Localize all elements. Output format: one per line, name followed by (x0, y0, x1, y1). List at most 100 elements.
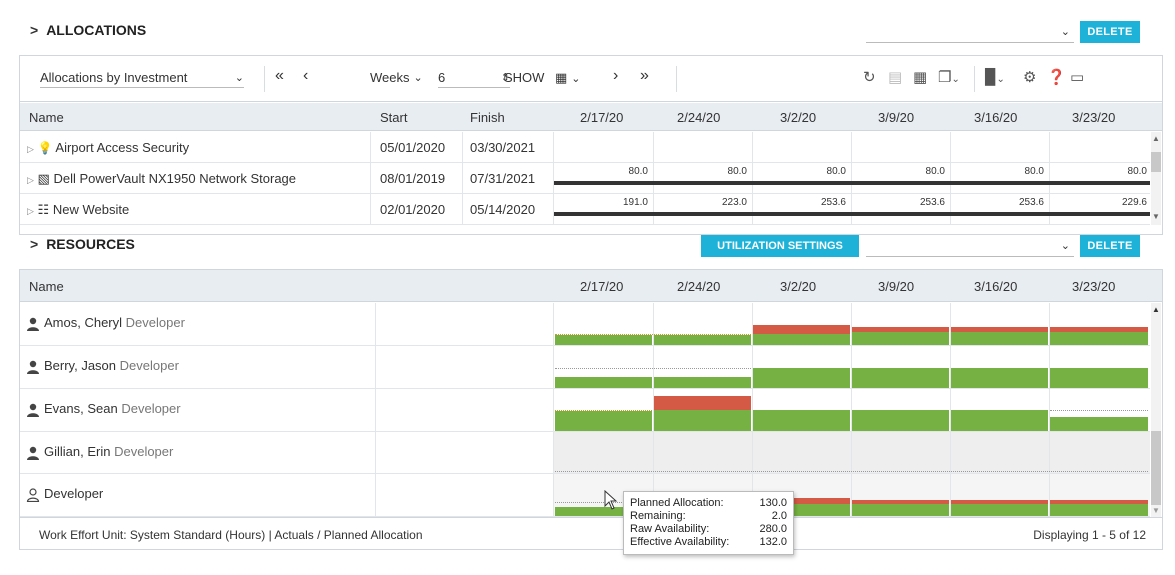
allocation-value[interactable]: 80.0 (1050, 166, 1147, 177)
allocation-value[interactable]: 80.0 (654, 166, 747, 177)
allocation-bar[interactable] (555, 377, 652, 388)
utilization-settings-button[interactable]: UTILIZATION SETTINGS (701, 235, 859, 257)
column-header-name[interactable]: Name (29, 279, 64, 294)
last-page-icon[interactable]: » (640, 67, 649, 85)
chart-dropdown[interactable]: ▉⌄ (985, 68, 1005, 86)
allocation-bar[interactable] (654, 335, 751, 345)
overallocation-bar[interactable] (654, 396, 751, 410)
allocation-value[interactable]: 80.0 (753, 166, 846, 177)
availability-line (1050, 410, 1148, 411)
allocation-bar[interactable] (753, 334, 850, 345)
resource-role: Developer (114, 444, 174, 459)
expand-icon[interactable]: ▷ (27, 175, 34, 185)
monitor-icon[interactable]: ▭ (1070, 68, 1084, 86)
copy-dropdown[interactable]: ❐⌄ (938, 68, 960, 86)
resources-delete-button[interactable]: DELETE (1080, 235, 1140, 257)
period-select[interactable]: Weeks ⌄ (370, 70, 423, 85)
allocations-toolbar: Allocations by Investment ⌄ « ‹ Weeks ⌄ … (20, 56, 1162, 102)
allocation-bar[interactable] (852, 368, 949, 388)
table-row[interactable]: ▷ 💡 Airport Access Security 05/01/2020 0… (20, 132, 1150, 163)
person-icon (27, 360, 39, 374)
help-icon[interactable]: ❓ (1047, 68, 1066, 86)
allocations-table-header: Name Start Finish 2/17/20 2/24/20 3/2/20… (20, 103, 1162, 131)
scroll-up-icon[interactable]: ▲ (1152, 305, 1160, 314)
allocation-value[interactable]: 80.0 (554, 166, 648, 177)
allocation-bar[interactable] (951, 504, 1048, 516)
tooltip-label: Effective Availability: (630, 536, 730, 548)
resources-scrollbar[interactable]: ▲ ▼ (1151, 303, 1161, 517)
resources-section-header[interactable]: > RESOURCES (30, 236, 135, 252)
start-date: 05/01/2020 (380, 140, 446, 155)
finish-date: 03/30/2021 (470, 140, 536, 155)
allocation-value[interactable]: 80.0 (852, 166, 945, 177)
scroll-down-icon[interactable]: ▼ (1152, 212, 1160, 221)
allocation-bar[interactable] (654, 377, 751, 388)
allocation-value[interactable]: 253.6 (753, 197, 846, 208)
column-header-start[interactable]: Start (380, 110, 407, 125)
allocations-action-dropdown[interactable]: ⌄ (866, 21, 1074, 43)
allocation-bar[interactable] (951, 410, 1048, 431)
gear-icon[interactable]: ⚙ (1023, 68, 1036, 86)
period-count-stepper[interactable]: 6 ⇕ (438, 70, 510, 88)
column-header-week: 3/9/20 (878, 279, 915, 294)
allocation-bar[interactable] (753, 410, 850, 431)
resource-role: Developer (44, 486, 104, 501)
allocation-value[interactable]: 191.0 (554, 197, 648, 208)
allocation-bar[interactable] (951, 332, 1048, 345)
column-header-week: 2/24/20 (677, 279, 721, 294)
expand-icon[interactable]: ▷ (27, 206, 34, 216)
previous-page-icon[interactable]: ‹ (303, 67, 308, 85)
first-page-icon[interactable]: « (275, 67, 284, 85)
allocation-bar[interactable] (654, 410, 751, 431)
allocation-bar[interactable] (852, 410, 949, 431)
resource-name[interactable]: Berry, Jason (44, 358, 116, 373)
next-page-icon[interactable]: › (613, 67, 618, 85)
investment-name[interactable]: New Website (53, 202, 129, 217)
scroll-up-icon[interactable]: ▲ (1152, 134, 1160, 143)
allocation-value[interactable]: 229.6 (1050, 197, 1147, 208)
save-icon[interactable]: ▤ (888, 68, 902, 86)
allocation-bar[interactable] (555, 411, 652, 431)
calendar-icon: ▦ (555, 70, 568, 85)
chevron-down-icon: ⌄ (413, 72, 423, 84)
investment-name[interactable]: Airport Access Security (55, 140, 189, 155)
allocation-bar[interactable] (1050, 504, 1148, 516)
resource-name[interactable]: Evans, Sean (44, 401, 118, 416)
allocations-scrollbar[interactable]: ▲ ▼ (1151, 132, 1161, 225)
overallocation-bar[interactable] (753, 325, 850, 334)
column-header-finish[interactable]: Finish (470, 110, 505, 125)
allocations-delete-button[interactable]: DELETE (1080, 21, 1140, 43)
finish-date: 05/14/2020 (470, 202, 536, 217)
expand-icon[interactable]: ▷ (27, 144, 34, 154)
allocation-bar[interactable] (852, 332, 949, 345)
allocation-bar[interactable] (555, 335, 652, 345)
allocation-bar[interactable] (1050, 368, 1148, 388)
refresh-icon[interactable]: ↻ (863, 68, 876, 86)
allocation-bar[interactable] (852, 504, 949, 516)
table-row[interactable]: Gillian, Erin Developer (20, 432, 1150, 474)
column-header-name[interactable]: Name (29, 110, 64, 125)
allocations-section-header[interactable]: > ALLOCATIONS (30, 22, 146, 38)
resources-action-dropdown[interactable]: ⌄ (866, 235, 1074, 257)
allocation-bar[interactable] (951, 368, 1048, 388)
allocation-bar[interactable] (1050, 417, 1148, 431)
resource-name[interactable]: Amos, Cheryl (44, 315, 122, 330)
resource-name[interactable]: Gillian, Erin (44, 444, 110, 459)
allocation-bar[interactable] (1050, 332, 1148, 345)
allocations-panel: Allocations by Investment ⌄ « ‹ Weeks ⌄ … (19, 55, 1163, 235)
view-select[interactable]: Allocations by Investment ⌄ (40, 70, 244, 88)
scroll-thumb[interactable] (1151, 152, 1161, 172)
cursor-icon (604, 490, 618, 510)
scroll-thumb[interactable] (1151, 431, 1161, 505)
availability-line (555, 471, 1148, 472)
calendar-dropdown[interactable]: ▦ ⌄ (555, 70, 581, 86)
investment-name[interactable]: Dell PowerVault NX1950 Network Storage (53, 171, 296, 186)
allocation-value[interactable]: 253.6 (951, 197, 1044, 208)
excel-export-icon[interactable]: ▦ (913, 68, 927, 86)
allocation-bar[interactable] (753, 368, 850, 388)
allocation-value[interactable]: 80.0 (951, 166, 1044, 177)
allocation-value[interactable]: 253.6 (852, 197, 945, 208)
allocation-value[interactable]: 223.0 (654, 197, 747, 208)
period-count-value: 6 (438, 70, 446, 85)
scroll-down-icon[interactable]: ▼ (1152, 506, 1160, 515)
